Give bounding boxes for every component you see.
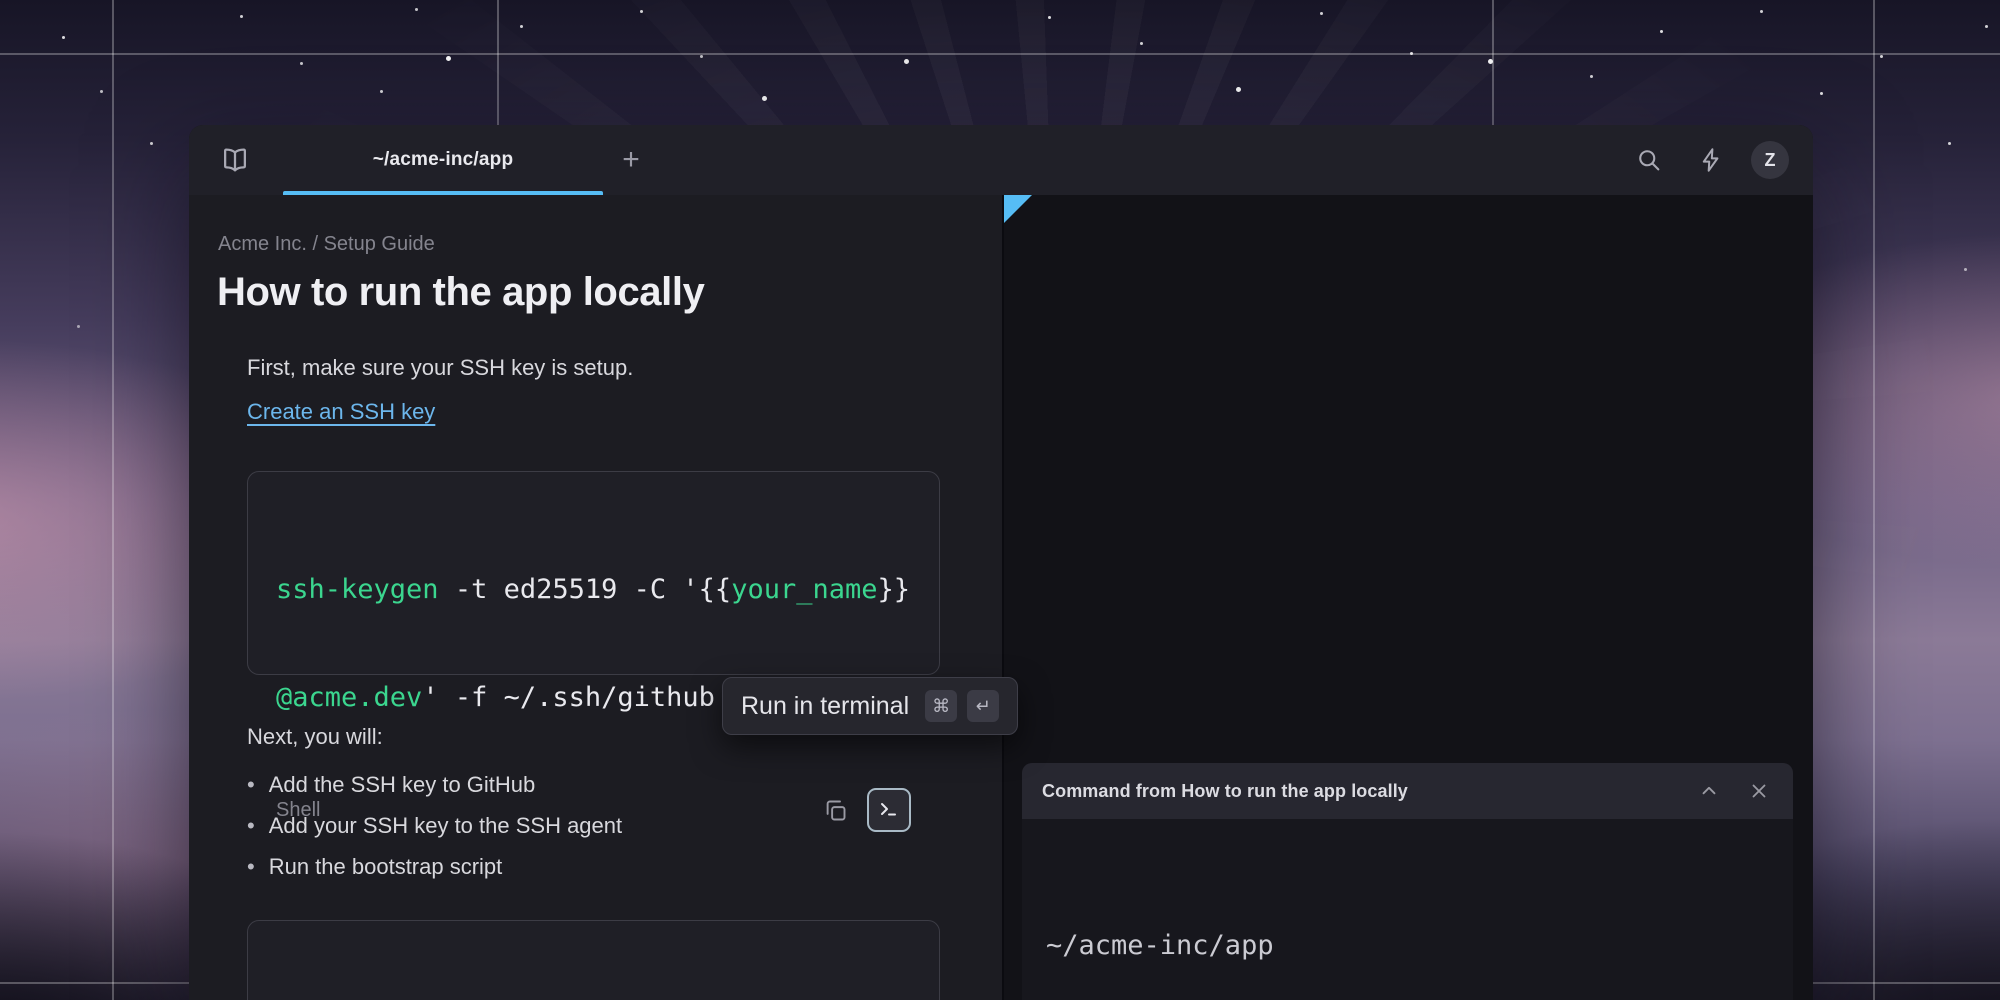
code-line-1: ssh-keygen -t ed25519 -C '{{your_name}} [276,572,911,608]
list-item-text: Run the bootstrap script [269,846,503,887]
notebook-pane: Acme Inc. / Setup Guide How to run the a… [189,195,1004,1000]
search-icon[interactable] [1627,138,1671,182]
command-panel: Command from How to run the app locally [1022,763,1793,1000]
return-keycap-icon: ↵ [967,690,999,722]
code-block-ssh-keygen: ssh-keygen -t ed25519 -C '{{your_name}} … [247,471,940,675]
command-panel-header: Command from How to run the app locally [1022,763,1793,819]
pane-corner-marker-icon [1004,195,1032,223]
code-content: # if you don't have this yet [276,947,911,1000]
command-panel-actions [1695,777,1773,805]
terminal-output[interactable]: ~/acme-inc/app ssh-keygen -t ed25519 -C … [1022,819,1793,1000]
create-ssh-key-link[interactable]: Create an SSH key [247,399,435,425]
tooltip-label: Run in terminal [741,692,909,721]
close-icon[interactable] [1745,777,1773,805]
code-block-bootstrap: # if you don't have this yet [247,920,940,1000]
avatar-initial: Z [1765,150,1776,171]
terminal-pane[interactable]: Command from How to run the app locally [1004,195,1813,1000]
run-in-terminal-tooltip: Run in terminal ⌘ ↵ [722,677,1018,735]
code-actions [817,788,911,832]
tab-bar: ~/acme-inc/app + Z [189,125,1813,195]
command-panel-title: Command from How to run the app locally [1042,781,1408,802]
breadcrumb: Acme Inc. / Setup Guide [218,233,1002,256]
collapse-chevron-up-icon[interactable] [1695,777,1723,805]
bullet-icon: • [247,764,255,805]
lightning-icon[interactable] [1689,138,1733,182]
list-item-text: Add the SSH key to GitHub [269,764,536,805]
list-item: • Run the bootstrap script [247,846,1002,887]
desktop-background: ~/acme-inc/app + Z [0,0,2000,1000]
tab-bar-actions: Z [1627,138,1789,182]
terminal-cwd: ~/acme-inc/app [1046,927,1773,964]
tab-title: ~/acme-inc/app [373,149,514,171]
tab-acme-inc-app[interactable]: ~/acme-inc/app [283,125,603,195]
avatar[interactable]: Z [1751,141,1789,179]
bullet-icon: • [247,805,255,846]
new-tab-button[interactable]: + [613,138,649,182]
notebook-icon[interactable] [213,138,257,182]
bullet-icon: • [247,846,255,887]
list-item-text: Add your SSH key to the SSH agent [269,805,622,846]
run-in-terminal-button[interactable] [867,788,911,832]
split-panes: Acme Inc. / Setup Guide How to run the a… [189,195,1813,1000]
command-keycap-icon: ⌘ [925,690,957,722]
page-title: How to run the app locally [217,270,1002,315]
intro-text: First, make sure your SSH key is setup. [247,355,1002,381]
background-stars [0,0,3,3]
copy-icon[interactable] [817,792,853,828]
terminal-app-window: ~/acme-inc/app + Z [189,125,1813,1000]
